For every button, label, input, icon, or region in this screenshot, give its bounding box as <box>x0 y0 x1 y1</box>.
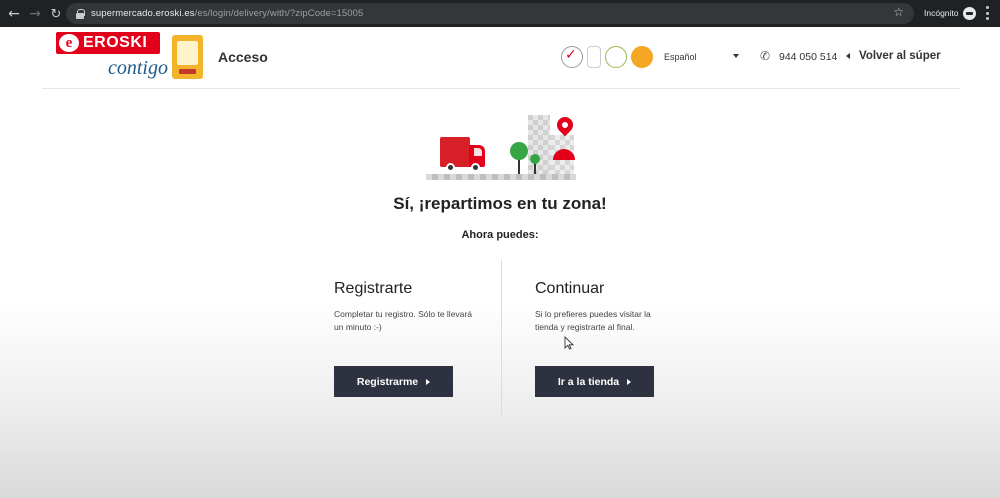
caret-right-icon <box>627 378 632 385</box>
browser-menu-icon[interactable] <box>986 6 989 20</box>
tree-icon <box>530 154 540 164</box>
site-header: e EROSKI contigo Acceso Español ✆ 944 05… <box>0 27 1000 89</box>
delivery-illustration <box>426 113 577 181</box>
truck-wheel <box>471 163 480 172</box>
reload-icon[interactable]: ↻ <box>47 5 65 23</box>
back-to-store-link[interactable]: Volver al súper <box>846 50 941 62</box>
register-description: Completar tu registro. Sólo te llevará u… <box>334 309 472 332</box>
continue-description: Si lo prefieres puedes visitar la tienda… <box>535 309 651 332</box>
column-divider <box>501 260 502 416</box>
verified-check-icon <box>561 46 583 68</box>
incognito-label: Incógnito <box>924 8 959 18</box>
continue-title: Continuar <box>535 280 605 297</box>
logo-mark-icon: e <box>59 34 79 52</box>
go-to-store-button[interactable]: Ir a la tienda <box>535 366 654 397</box>
map-pin-icon <box>553 113 577 137</box>
mouse-pointer-icon <box>564 336 574 350</box>
road <box>426 174 576 180</box>
building-icon <box>528 115 550 175</box>
truck-wheel <box>446 163 455 172</box>
bookmark-star-icon[interactable]: ☆ <box>893 5 904 19</box>
url-host: supermercado.eroski.es <box>91 8 195 19</box>
certification-badges <box>561 46 653 68</box>
eco-seal-icon <box>605 46 627 68</box>
trust-seal-icon <box>631 46 653 68</box>
register-button[interactable]: Registrarme <box>334 366 453 397</box>
chevron-down-icon[interactable] <box>733 54 739 58</box>
back-to-store-label: Volver al súper <box>859 50 941 62</box>
address-bar[interactable]: supermercado.eroski.es/es/login/delivery… <box>66 3 914 24</box>
phone-icon: ✆ <box>760 49 771 63</box>
page-title: Acceso <box>218 49 268 65</box>
lock-icon <box>76 8 85 19</box>
options-subline: Ahora puedes: <box>461 229 539 241</box>
url-path: /es/login/delivery/with/?zipCode=15005 <box>194 8 364 19</box>
logo-badge: e EROSKI <box>56 32 160 54</box>
back-arrow-icon[interactable]: ← <box>5 5 23 23</box>
caret-left-icon <box>846 53 850 59</box>
delivery-headline: Sí, ¡repartimos en tu zona! <box>393 194 607 213</box>
caret-right-icon <box>426 378 431 385</box>
certificate-icon <box>587 46 601 68</box>
eroski-logo[interactable]: e EROSKI contigo <box>56 32 168 84</box>
register-title: Registrarte <box>334 280 413 297</box>
go-to-store-label: Ir a la tienda <box>557 375 620 388</box>
background-gradient <box>0 300 1000 498</box>
header-divider <box>42 88 960 89</box>
language-selector[interactable]: Español <box>664 52 697 62</box>
forward-arrow-icon[interactable]: → <box>26 5 44 23</box>
logo-brand: EROSKI <box>83 34 148 51</box>
browser-toolbar: ← → ↻ supermercado.eroski.es/es/login/de… <box>0 0 1000 27</box>
tree-icon <box>510 142 528 160</box>
phone-number[interactable]: 944 050 514 <box>779 51 837 63</box>
logo-tagline: contigo <box>108 57 168 79</box>
register-button-label: Registrarme <box>356 375 419 388</box>
url-text[interactable]: supermercado.eroski.es/es/login/delivery… <box>91 8 363 19</box>
delivery-truck-icon <box>440 137 470 167</box>
award-badge-icon <box>172 35 203 79</box>
tree-trunk <box>518 159 520 175</box>
incognito-icon[interactable] <box>963 7 976 20</box>
